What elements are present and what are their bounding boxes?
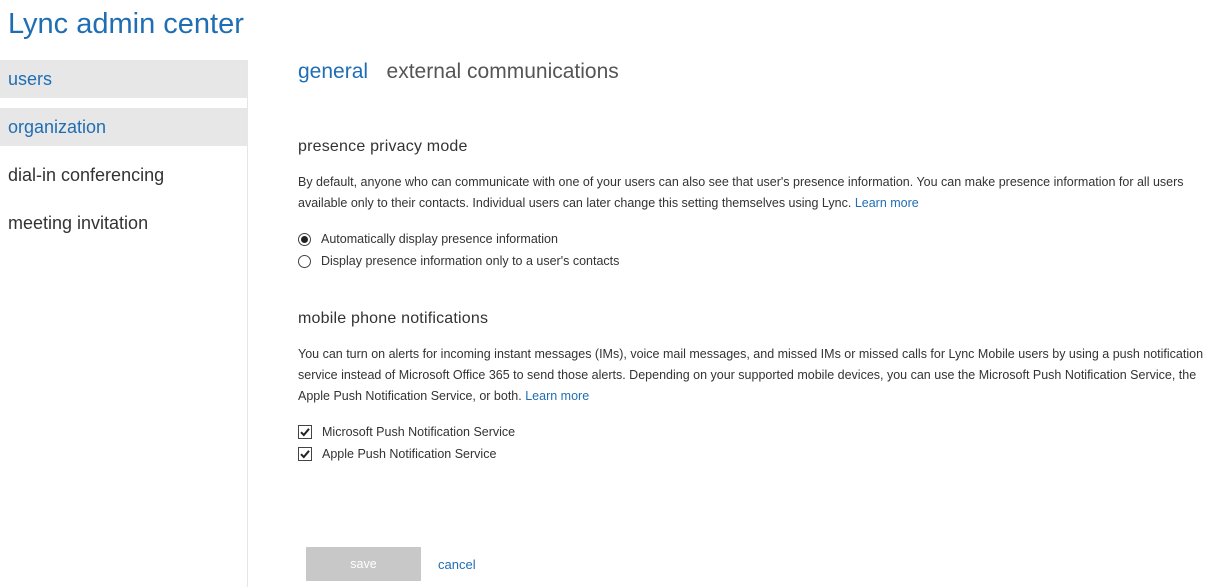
presence-option-contacts[interactable]: Display presence information only to a u… — [298, 250, 1211, 272]
action-bar: save cancel — [306, 547, 476, 581]
presence-description-text: By default, anyone who can communicate w… — [298, 175, 1184, 210]
radio-selected-dot — [301, 235, 308, 243]
tab-general[interactable]: general — [298, 60, 368, 84]
presence-option-auto-label: Automatically display presence informati… — [321, 232, 558, 246]
mobile-option-apple-label: Apple Push Notification Service — [322, 447, 497, 461]
sidebar-item-dial-in-conferencing[interactable]: dial-in conferencing — [0, 156, 247, 194]
presence-description: By default, anyone who can communicate w… — [298, 172, 1208, 214]
checkbox-apple-push[interactable] — [298, 447, 312, 461]
tab-external-communications[interactable]: external communications — [387, 60, 619, 84]
mobile-section-title: mobile phone notifications — [298, 310, 489, 327]
app-title: Lync admin center — [8, 8, 244, 40]
sidebar-item-meeting-invitation[interactable]: meeting invitation — [0, 204, 247, 242]
mobile-options: Microsoft Push Notification Service Appl… — [298, 421, 1211, 465]
mobile-option-microsoft[interactable]: Microsoft Push Notification Service — [298, 421, 1211, 443]
mobile-description: You can turn on alerts for incoming inst… — [298, 344, 1208, 407]
save-button[interactable]: save — [306, 547, 421, 581]
mobile-description-text: You can turn on alerts for incoming inst… — [298, 347, 1204, 403]
presence-section-title: presence privacy mode — [298, 138, 468, 155]
checkmark-icon — [300, 428, 310, 437]
checkmark-icon — [300, 450, 310, 459]
mobile-option-microsoft-label: Microsoft Push Notification Service — [322, 425, 516, 439]
mobile-option-apple[interactable]: Apple Push Notification Service — [298, 443, 1211, 465]
tab-bar: general external communications — [298, 60, 1211, 96]
mobile-learn-more-link[interactable]: Learn more — [525, 389, 589, 403]
presence-options: Automatically display presence informati… — [298, 228, 1211, 272]
main-content: general external communications presence… — [298, 60, 1211, 465]
radio-contacts-only[interactable] — [298, 254, 311, 268]
cancel-link[interactable]: cancel — [438, 557, 476, 572]
sidebar-nav: users organization dial-in conferencing … — [0, 60, 248, 587]
radio-auto-display[interactable] — [298, 232, 311, 246]
checkbox-microsoft-push[interactable] — [298, 425, 312, 439]
presence-option-contacts-label: Display presence information only to a u… — [321, 254, 620, 268]
presence-learn-more-link[interactable]: Learn more — [855, 196, 919, 210]
presence-option-auto[interactable]: Automatically display presence informati… — [298, 228, 1211, 250]
sidebar-item-users[interactable]: users — [0, 60, 247, 98]
sidebar-item-organization[interactable]: organization — [0, 108, 247, 146]
